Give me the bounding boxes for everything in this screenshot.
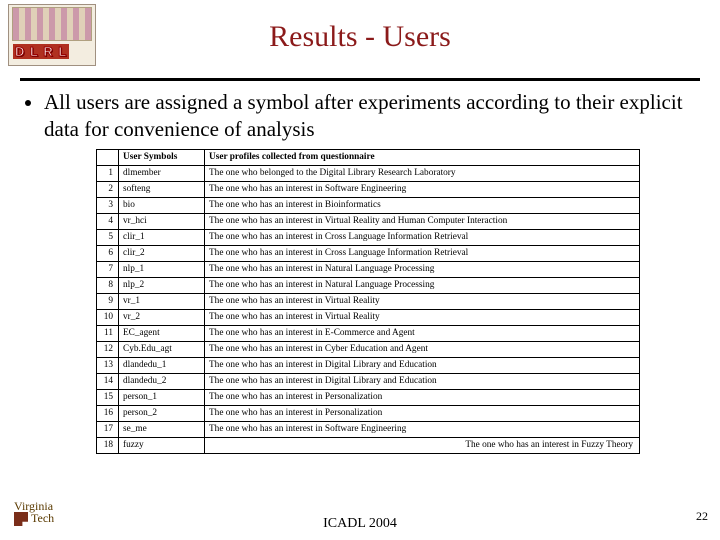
row-number: 1 [97,165,119,181]
user-symbol: vr_hci [119,213,205,229]
user-profile: The one who has an interest in Software … [205,421,640,437]
user-profile: The one who has an interest in Digital L… [205,357,640,373]
user-profile: The one who has an interest in Cross Lan… [205,229,640,245]
user-profile: The one who has an interest in Virtual R… [205,309,640,325]
table-row: 16person_2The one who has an interest in… [97,405,640,421]
user-symbol: vr_1 [119,293,205,309]
user-symbol: nlp_2 [119,277,205,293]
col-header-symbols: User Symbols [119,149,205,165]
user-profile: The one who has an interest in Natural L… [205,261,640,277]
user-symbol: dlandedu_2 [119,373,205,389]
user-symbol: person_2 [119,405,205,421]
table-row: 12Cyb.Edu_agtThe one who has an interest… [97,341,640,357]
row-number: 5 [97,229,119,245]
user-symbol: dlandedu_1 [119,357,205,373]
user-symbol: person_1 [119,389,205,405]
row-number: 12 [97,341,119,357]
user-profile: The one who has an interest in Natural L… [205,277,640,293]
row-number: 7 [97,261,119,277]
row-number: 15 [97,389,119,405]
table-row: 9vr_1The one who has an interest in Virt… [97,293,640,309]
user-profile: The one who has an interest in Cross Lan… [205,245,640,261]
user-profile: The one who has an interest in Software … [205,181,640,197]
col-header-profiles: User profiles collected from questionnai… [205,149,640,165]
row-number: 18 [97,437,119,453]
table-row: 15person_1The one who has an interest in… [97,389,640,405]
row-number: 4 [97,213,119,229]
table-row: 14dlandedu_2The one who has an interest … [97,373,640,389]
users-table: User Symbols User profiles collected fro… [96,149,640,454]
row-number: 6 [97,245,119,261]
table-header-row: User Symbols User profiles collected fro… [97,149,640,165]
row-number: 11 [97,325,119,341]
user-profile: The one who belonged to the Digital Libr… [205,165,640,181]
table-row: 1dlmemberThe one who belonged to the Dig… [97,165,640,181]
table-row: 13dlandedu_1The one who has an interest … [97,357,640,373]
row-number: 3 [97,197,119,213]
user-profile: The one who has an interest in Personali… [205,405,640,421]
table-row: 10vr_2The one who has an interest in Vir… [97,309,640,325]
user-symbol: bio [119,197,205,213]
conference-label: ICADL 2004 [323,516,397,532]
table-row: 2softengThe one who has an interest in S… [97,181,640,197]
dlrl-logo: D L R L [8,4,96,66]
row-number: 8 [97,277,119,293]
user-symbol: vr_2 [119,309,205,325]
user-symbol: softeng [119,181,205,197]
row-number: 2 [97,181,119,197]
user-profile: The one who has an interest in Virtual R… [205,213,640,229]
page-number: 22 [696,509,708,524]
user-symbol: clir_2 [119,245,205,261]
user-profile: The one who has an interest in Digital L… [205,373,640,389]
user-profile: The one who has an interest in Bioinform… [205,197,640,213]
row-number: 13 [97,357,119,373]
bullet-text: All users are assigned a symbol after ex… [44,89,690,143]
user-symbol: nlp_1 [119,261,205,277]
table-row: 8nlp_2The one who has an interest in Nat… [97,277,640,293]
user-symbol: clir_1 [119,229,205,245]
slide-title: Results - Users [0,0,720,54]
user-profile: The one who has an interest in Fuzzy The… [205,437,640,453]
table-row: 11EC_agentThe one who has an interest in… [97,325,640,341]
row-number: 17 [97,421,119,437]
vt-logo: Virginia Tech [14,500,54,526]
table-row: 17se_meThe one who has an interest in So… [97,421,640,437]
table-row: 3bioThe one who has an interest in Bioin… [97,197,640,213]
table-row: 5clir_1The one who has an interest in Cr… [97,229,640,245]
row-number: 9 [97,293,119,309]
user-symbol: se_me [119,421,205,437]
row-number: 16 [97,405,119,421]
table-row: 18fuzzyThe one who has an interest in Fu… [97,437,640,453]
table-row: 7nlp_1The one who has an interest in Nat… [97,261,640,277]
user-profile: The one who has an interest in E-Commerc… [205,325,640,341]
user-profile: The one who has an interest in Personali… [205,389,640,405]
user-profile: The one who has an interest in Cyber Edu… [205,341,640,357]
user-symbol: EC_agent [119,325,205,341]
row-number: 14 [97,373,119,389]
row-number: 10 [97,309,119,325]
table-row: 4vr_hciThe one who has an interest in Vi… [97,213,640,229]
table-row: 6clir_2The one who has an interest in Cr… [97,245,640,261]
user-profile: The one who has an interest in Virtual R… [205,293,640,309]
user-symbol: fuzzy [119,437,205,453]
user-symbol: Cyb.Edu_agt [119,341,205,357]
user-symbol: dlmember [119,165,205,181]
